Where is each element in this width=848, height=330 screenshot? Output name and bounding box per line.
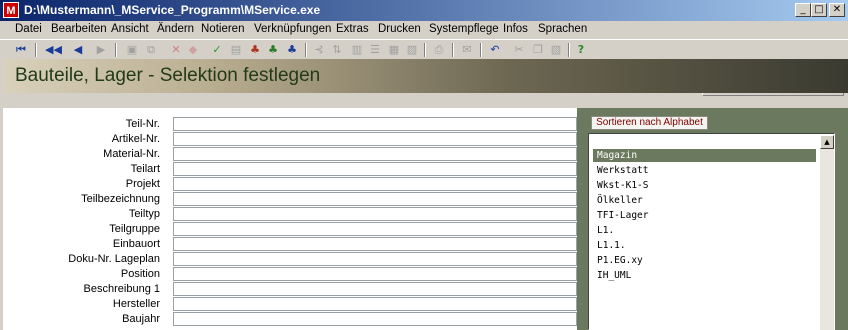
sort-alphabet-button[interactable]: Sortieren nach Alphabet xyxy=(591,116,708,130)
label-baujahr: Baujahr xyxy=(122,313,160,325)
input-beschreibung-1[interactable] xyxy=(173,282,577,296)
input-position[interactable] xyxy=(173,267,577,281)
print-icon[interactable]: ▣ xyxy=(124,42,140,58)
menu-extras[interactable]: Extras xyxy=(336,23,369,35)
filter-blue-icon[interactable]: ♣ xyxy=(284,42,300,58)
filter-green-icon[interactable]: ♣ xyxy=(265,42,281,58)
list-icon[interactable]: ☰ xyxy=(367,42,383,58)
list-item[interactable]: IH_UML xyxy=(593,269,816,282)
title-bar: M D:\Mustermann\_MService_Programm\MServ… xyxy=(0,0,848,21)
first-record-icon[interactable]: ⏮ xyxy=(13,42,29,58)
label-einbauort: Einbauort xyxy=(112,238,160,250)
copy-icon[interactable]: ❐ xyxy=(530,42,546,58)
help-icon[interactable]: ? xyxy=(573,42,589,58)
list-scrollbar[interactable]: ▲ xyxy=(820,135,834,330)
toolbar: ⏮ ◀◀ ◀ ▶ ▣ ⧉ ✕ ◆ ✓ ▤ ♣ ♣ ♣ ⊰ ⇅ ▥ ☰ ▦ ▨ ⎙… xyxy=(0,39,848,96)
cut-icon[interactable]: ✂ xyxy=(511,42,527,58)
label-beschreibung-1: Beschreibung 1 xyxy=(83,283,160,295)
filter-red-icon[interactable]: ♣ xyxy=(247,42,263,58)
input-teilbezeichnung[interactable] xyxy=(173,192,577,206)
label-teiltyp: Teiltyp xyxy=(128,208,160,220)
list-item[interactable]: TFI-Lager xyxy=(593,209,816,222)
undo-icon[interactable]: ↶ xyxy=(487,42,503,58)
input-projekt[interactable] xyxy=(173,177,577,191)
input-teilgruppe[interactable] xyxy=(173,222,577,236)
toolbar-separator xyxy=(115,43,117,57)
menu-aendern[interactable]: Ändern xyxy=(157,23,194,35)
input-teiltyp[interactable] xyxy=(173,207,577,221)
page-title: Bauteile, Lager - Selektion festlegen xyxy=(15,65,321,86)
label-teilgruppe: Teilgruppe xyxy=(109,223,160,235)
label-material-nr: Material-Nr. xyxy=(103,148,160,160)
paste-icon[interactable]: ▧ xyxy=(548,42,564,58)
list-item[interactable]: P1.EG.xy xyxy=(593,254,816,267)
list-item[interactable]: L1. xyxy=(593,224,816,237)
mail-icon[interactable]: ✉ xyxy=(459,42,475,58)
menu-drucken[interactable]: Drucken xyxy=(378,23,421,35)
document-icon[interactable]: ▤ xyxy=(228,42,244,58)
menu-infos[interactable]: Infos xyxy=(503,23,528,35)
menu-bar: Datei Bearbeiten Ansicht Ändern Notieren… xyxy=(0,21,848,39)
input-teil-nr[interactable] xyxy=(173,117,577,131)
input-teilart[interactable] xyxy=(173,162,577,176)
maximize-button[interactable]: □ xyxy=(811,3,827,17)
list-item[interactable]: Magazin xyxy=(593,149,816,162)
delete-icon[interactable]: ✕ xyxy=(168,42,184,58)
toolbar-separator xyxy=(568,43,570,57)
confirm-icon[interactable]: ✓ xyxy=(209,42,225,58)
close-button[interactable]: ✕ xyxy=(829,3,845,17)
menu-datei[interactable]: Datei xyxy=(15,23,42,35)
input-hersteller[interactable] xyxy=(173,297,577,311)
list-item[interactable]: Ölkeller xyxy=(593,194,816,207)
toolbar-separator xyxy=(480,43,482,57)
sort-icon[interactable]: ⇅ xyxy=(329,42,345,58)
list-item[interactable]: Werkstatt xyxy=(593,164,816,177)
erase-icon[interactable]: ◆ xyxy=(185,42,201,58)
next-icon[interactable]: ▶ xyxy=(93,42,109,58)
label-teilart: Teilart xyxy=(130,163,160,175)
building-icon[interactable]: ▥ xyxy=(349,42,365,58)
label-position: Position xyxy=(120,268,160,280)
input-baujahr[interactable] xyxy=(173,312,577,326)
input-material-nr[interactable] xyxy=(173,147,577,161)
list-item[interactable]: L1.1. xyxy=(593,239,816,252)
page-header: Bauteile, Lager - Selektion festlegen xyxy=(3,59,848,93)
toolbar-separator xyxy=(35,43,37,57)
app-icon[interactable]: M xyxy=(3,2,19,18)
image-icon[interactable]: ▨ xyxy=(404,42,420,58)
window-title: D:\Mustermann\_MService_Programm\MServic… xyxy=(24,3,321,17)
input-artikel-nr[interactable] xyxy=(173,132,577,146)
label-projekt: Projekt xyxy=(125,178,160,190)
list-item[interactable]: Wkst-K1-S xyxy=(593,179,816,192)
scroll-up-icon[interactable]: ▲ xyxy=(820,135,834,149)
menu-ansicht[interactable]: Ansicht xyxy=(111,23,149,35)
label-doku-nr-lageplan: Doku-Nr. Lageplan xyxy=(68,253,160,265)
label-teil-nr: Teil-Nr. xyxy=(125,118,160,130)
link-icon[interactable]: ⊰ xyxy=(311,42,327,58)
minimize-button[interactable]: _ xyxy=(795,3,811,17)
grid-icon[interactable]: ▦ xyxy=(386,42,402,58)
previous-icon[interactable]: ◀ xyxy=(70,42,86,58)
menu-notieren[interactable]: Notieren xyxy=(201,23,244,35)
toolbar-separator xyxy=(305,43,307,57)
toolbar-separator xyxy=(452,43,454,57)
toolbar-separator xyxy=(424,43,426,57)
menu-systempflege[interactable]: Systempflege xyxy=(429,23,499,35)
rewind-icon[interactable]: ◀◀ xyxy=(45,42,62,58)
printer-icon[interactable]: ⎙ xyxy=(431,42,447,58)
label-hersteller: Hersteller xyxy=(112,298,160,310)
menu-sprachen[interactable]: Sprachen xyxy=(538,23,587,35)
label-teilbezeichnung: Teilbezeichnung xyxy=(81,193,160,205)
menu-verknuepfungen[interactable]: Verknüpfungen xyxy=(254,23,331,35)
copy-record-icon[interactable]: ⧉ xyxy=(143,42,159,58)
label-artikel-nr: Artikel-Nr. xyxy=(111,133,160,145)
location-list[interactable]: Magazin Werkstatt Wkst-K1-S Ölkeller TFI… xyxy=(588,133,835,330)
input-einbauort[interactable] xyxy=(173,237,577,251)
menu-bearbeiten[interactable]: Bearbeiten xyxy=(51,23,107,35)
input-doku-nr-lageplan[interactable] xyxy=(173,252,577,266)
